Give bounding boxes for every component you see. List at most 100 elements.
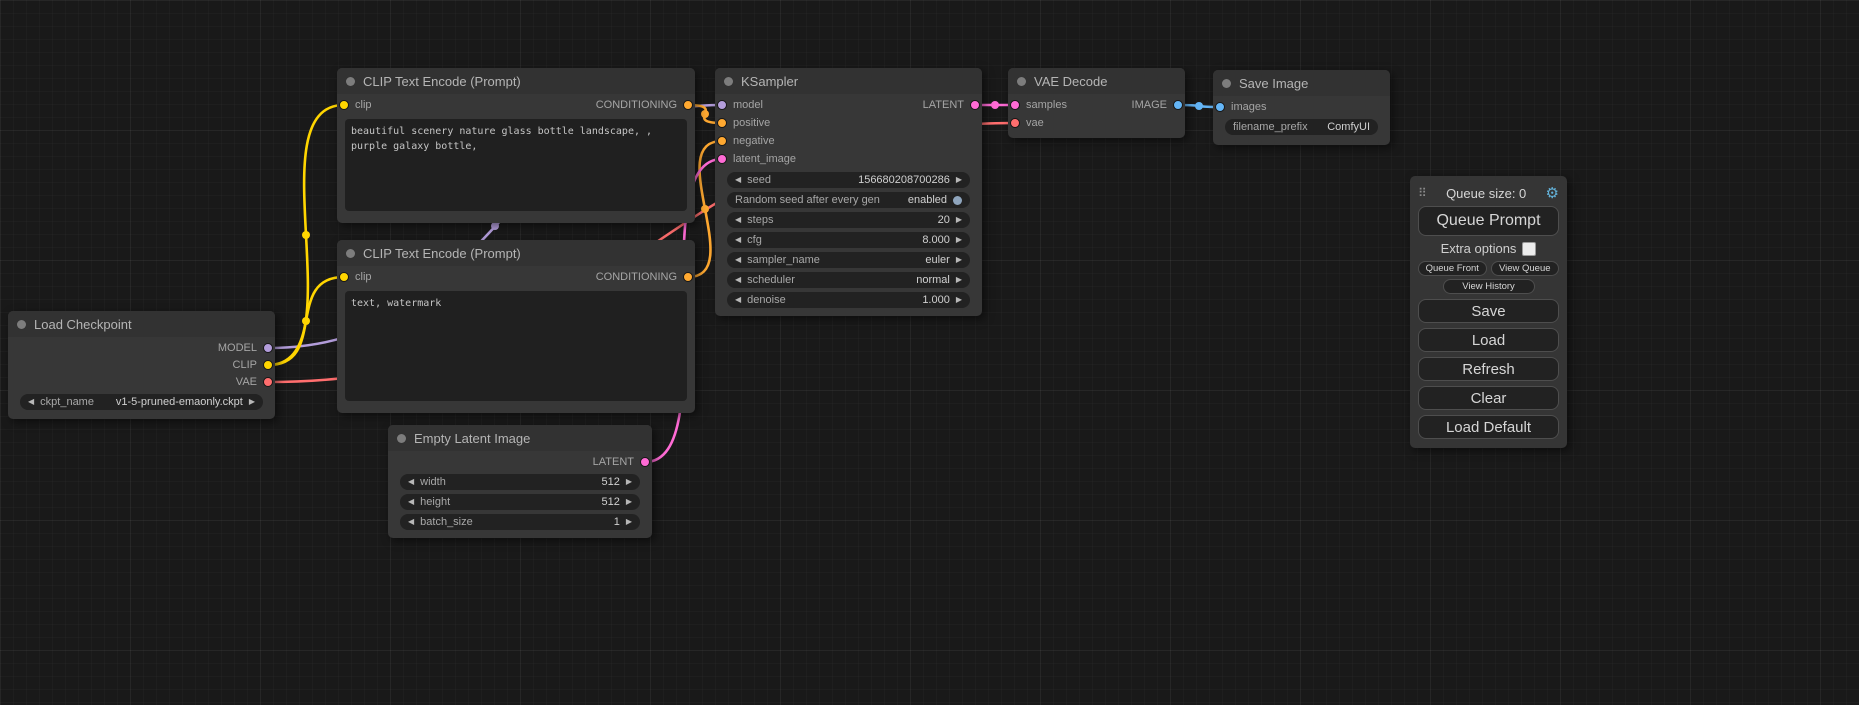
collapse-dot[interactable] xyxy=(346,249,355,258)
ckpt-name-widget[interactable]: ◀ ckpt_name v1-5-pruned-emaonly.ckpt ▶ xyxy=(20,394,263,410)
latent-port-dot[interactable] xyxy=(717,154,727,164)
increment-arrow-icon[interactable]: ▶ xyxy=(956,256,962,264)
decrement-arrow-icon[interactable]: ◀ xyxy=(735,236,741,244)
cfg-widget[interactable]: ◀ cfg 8.000 ▶ xyxy=(727,232,970,248)
output-port-model[interactable]: MODEL xyxy=(218,342,273,354)
conditioning-port-dot[interactable] xyxy=(683,272,693,282)
node-title-bar[interactable]: Empty Latent Image xyxy=(388,425,652,451)
node-vae-decode[interactable]: VAE Decode samples IMAGE vae xyxy=(1008,68,1185,138)
decrement-arrow-icon[interactable]: ◀ xyxy=(735,276,741,284)
scheduler-widget[interactable]: ◀ scheduler normal ▶ xyxy=(727,272,970,288)
latent-port-dot[interactable] xyxy=(1010,100,1020,110)
node-title-bar[interactable]: Save Image xyxy=(1213,70,1390,96)
load-default-button[interactable]: Load Default xyxy=(1418,415,1559,439)
load-button[interactable]: Load xyxy=(1418,328,1559,352)
settings-gear-icon[interactable]: ⚙ xyxy=(1546,184,1559,202)
node-title-bar[interactable]: CLIP Text Encode (Prompt) xyxy=(337,68,695,94)
collapse-dot[interactable] xyxy=(1222,79,1231,88)
view-history-button[interactable]: View History xyxy=(1443,279,1535,294)
output-port-conditioning[interactable]: CONDITIONING xyxy=(596,271,693,283)
node-title-bar[interactable]: Load Checkpoint xyxy=(8,311,275,337)
increment-arrow-icon[interactable]: ▶ xyxy=(626,518,632,526)
node-save-image[interactable]: Save Image images filename_prefix ComfyU… xyxy=(1213,70,1390,145)
output-port-vae[interactable]: VAE xyxy=(236,376,273,388)
collapse-dot[interactable] xyxy=(397,434,406,443)
input-port-negative[interactable]: negative xyxy=(717,135,775,147)
output-port-conditioning[interactable]: CONDITIONING xyxy=(596,99,693,111)
image-port-dot[interactable] xyxy=(1173,100,1183,110)
filename-prefix-widget[interactable]: filename_prefix ComfyUI xyxy=(1225,119,1378,135)
image-port-dot[interactable] xyxy=(1215,102,1225,112)
increment-arrow-icon[interactable]: ▶ xyxy=(956,296,962,304)
collapse-dot[interactable] xyxy=(1017,77,1026,86)
node-title-bar[interactable]: CLIP Text Encode (Prompt) xyxy=(337,240,695,266)
node-clip-text-encode-negative[interactable]: CLIP Text Encode (Prompt) clip CONDITION… xyxy=(337,240,695,413)
vae-port-dot[interactable] xyxy=(1010,118,1020,128)
node-title-bar[interactable]: VAE Decode xyxy=(1008,68,1185,94)
conditioning-port-dot[interactable] xyxy=(683,100,693,110)
conditioning-port-dot[interactable] xyxy=(717,118,727,128)
model-port-dot[interactable] xyxy=(263,343,273,353)
output-port-latent[interactable]: LATENT xyxy=(923,99,980,111)
decrement-arrow-icon[interactable]: ◀ xyxy=(408,518,414,526)
link-midpoint-dot[interactable] xyxy=(302,317,310,325)
input-port-model[interactable]: model xyxy=(717,99,763,111)
output-port-clip[interactable]: CLIP xyxy=(233,359,273,371)
increment-arrow-icon[interactable]: ▶ xyxy=(956,216,962,224)
decrement-arrow-icon[interactable]: ◀ xyxy=(408,498,414,506)
collapse-dot[interactable] xyxy=(346,77,355,86)
width-widget[interactable]: ◀ width 512 ▶ xyxy=(400,474,640,490)
view-queue-button[interactable]: View Queue xyxy=(1491,261,1560,276)
positive-prompt-textarea[interactable]: beautiful scenery nature glass bottle la… xyxy=(345,119,687,211)
link-midpoint-dot[interactable] xyxy=(701,205,709,213)
height-widget[interactable]: ◀ height 512 ▶ xyxy=(400,494,640,510)
decrement-arrow-icon[interactable]: ◀ xyxy=(735,296,741,304)
increment-arrow-icon[interactable]: ▶ xyxy=(956,236,962,244)
increment-arrow-icon[interactable]: ▶ xyxy=(956,276,962,284)
steps-widget[interactable]: ◀ steps 20 ▶ xyxy=(727,212,970,228)
increment-arrow-icon[interactable]: ▶ xyxy=(626,478,632,486)
input-port-vae[interactable]: vae xyxy=(1010,117,1044,129)
input-port-samples[interactable]: samples xyxy=(1010,99,1067,111)
decrement-arrow-icon[interactable]: ◀ xyxy=(28,398,34,406)
input-port-clip[interactable]: clip xyxy=(339,271,372,283)
latent-port-dot[interactable] xyxy=(640,457,650,467)
node-clip-text-encode-positive[interactable]: CLIP Text Encode (Prompt) clip CONDITION… xyxy=(337,68,695,223)
input-port-positive[interactable]: positive xyxy=(717,117,770,129)
queue-front-button[interactable]: Queue Front xyxy=(1418,261,1487,276)
refresh-button[interactable]: Refresh xyxy=(1418,357,1559,381)
link-midpoint-dot[interactable] xyxy=(991,101,999,109)
random-seed-toggle-widget[interactable]: Random seed after every gen enabled xyxy=(727,192,970,208)
model-port-dot[interactable] xyxy=(717,100,727,110)
node-load-checkpoint[interactable]: Load Checkpoint MODEL CLIP VAE xyxy=(8,311,275,419)
node-empty-latent-image[interactable]: Empty Latent Image LATENT ◀ width 512 ▶ … xyxy=(388,425,652,538)
negative-prompt-textarea[interactable]: text, watermark xyxy=(345,291,687,401)
increment-arrow-icon[interactable]: ▶ xyxy=(249,398,255,406)
queue-prompt-button[interactable]: Queue Prompt xyxy=(1418,206,1559,236)
link-midpoint-dot[interactable] xyxy=(701,110,709,118)
collapse-dot[interactable] xyxy=(724,77,733,86)
increment-arrow-icon[interactable]: ▶ xyxy=(956,176,962,184)
input-port-latent-image[interactable]: latent_image xyxy=(717,153,796,165)
increment-arrow-icon[interactable]: ▶ xyxy=(626,498,632,506)
output-port-image[interactable]: IMAGE xyxy=(1132,99,1183,111)
link-midpoint-dot[interactable] xyxy=(302,231,310,239)
clear-button[interactable]: Clear xyxy=(1418,386,1559,410)
collapse-dot[interactable] xyxy=(17,320,26,329)
vae-port-dot[interactable] xyxy=(263,377,273,387)
decrement-arrow-icon[interactable]: ◀ xyxy=(735,256,741,264)
clip-port-dot[interactable] xyxy=(339,100,349,110)
batch-size-widget[interactable]: ◀ batch_size 1 ▶ xyxy=(400,514,640,530)
save-button[interactable]: Save xyxy=(1418,299,1559,323)
input-port-images[interactable]: images xyxy=(1215,101,1266,113)
conditioning-port-dot[interactable] xyxy=(717,136,727,146)
node-graph-canvas[interactable]: Load Checkpoint MODEL CLIP VAE xyxy=(0,0,1859,705)
decrement-arrow-icon[interactable]: ◀ xyxy=(408,478,414,486)
sampler-name-widget[interactable]: ◀ sampler_name euler ▶ xyxy=(727,252,970,268)
link-midpoint-dot[interactable] xyxy=(1195,102,1203,110)
node-title-bar[interactable]: KSampler xyxy=(715,68,982,94)
decrement-arrow-icon[interactable]: ◀ xyxy=(735,216,741,224)
decrement-arrow-icon[interactable]: ◀ xyxy=(735,176,741,184)
seed-widget[interactable]: ◀ seed 156680208700286 ▶ xyxy=(727,172,970,188)
drag-handle-icon[interactable]: ⠿ xyxy=(1418,186,1427,200)
